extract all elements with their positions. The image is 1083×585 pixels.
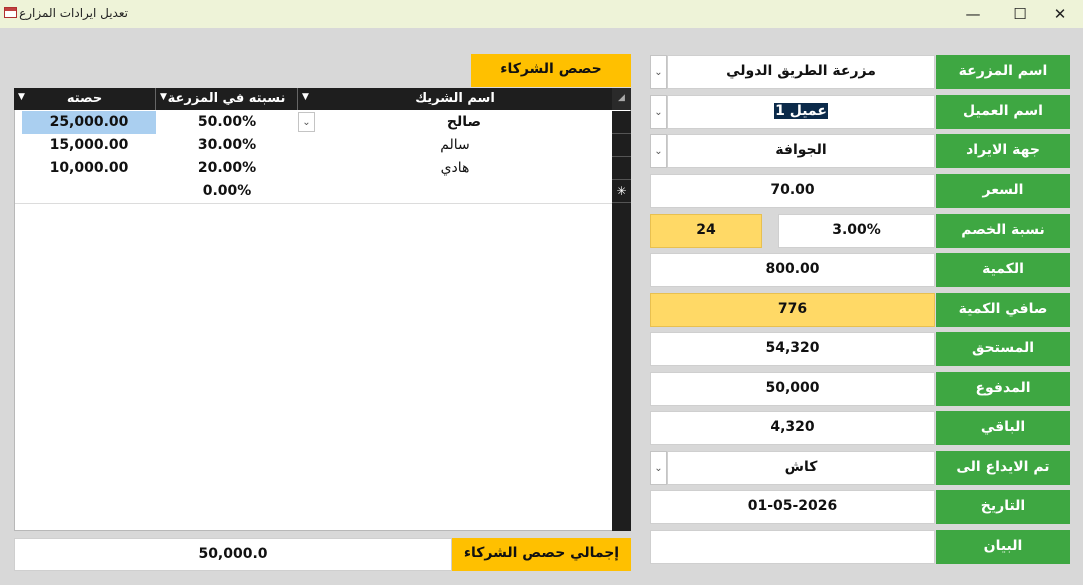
row-3-share[interactable]: 10,000.00 bbox=[22, 157, 156, 180]
chevron-down-icon: ⌄ bbox=[654, 66, 663, 78]
row-1-share[interactable]: 25,000.00 bbox=[22, 111, 156, 134]
app-form-icon bbox=[4, 7, 17, 18]
select-all-corner[interactable]: ◢ bbox=[612, 88, 631, 110]
chevron-down-icon: ⌄ bbox=[654, 145, 663, 157]
net-quantity-field: 776 bbox=[650, 293, 935, 327]
date-label: التاريخ bbox=[936, 490, 1070, 524]
price-field[interactable]: 70.00 bbox=[650, 174, 935, 208]
grid-end-divider bbox=[15, 203, 612, 204]
row-3-percent[interactable]: 20.00% bbox=[156, 157, 298, 180]
new-row-percent[interactable]: 0.00% bbox=[156, 180, 298, 203]
partners-section-title: حصص الشركاء bbox=[471, 54, 631, 87]
farm-name-label: اسم المزرعة bbox=[936, 55, 1070, 89]
column-header-percent[interactable]: ▼ نسبته في المزرعة bbox=[156, 88, 298, 110]
farm-name-combo[interactable]: مزرعة الطريق الدولي bbox=[667, 55, 935, 89]
close-button[interactable]: ✕ bbox=[1037, 0, 1083, 28]
due-label: المستحق bbox=[936, 332, 1070, 366]
revenue-source-label: جهة الايراد bbox=[936, 134, 1070, 168]
row-3-selector[interactable] bbox=[612, 157, 631, 180]
minimize-button[interactable]: — bbox=[950, 0, 996, 28]
paid-field[interactable]: 50,000 bbox=[650, 372, 935, 406]
row-1-name[interactable]: صالح bbox=[316, 111, 612, 134]
farm-name-dropdown-button[interactable]: ⌄ bbox=[650, 55, 667, 89]
row-1-name-dropdown-button[interactable]: ⌄ bbox=[298, 112, 315, 132]
row-2-selector[interactable] bbox=[612, 134, 631, 157]
column-header-share-label: حصته bbox=[66, 91, 103, 106]
client-name-dropdown-button[interactable]: ⌄ bbox=[650, 95, 667, 129]
row-2-percent[interactable]: 30.00% bbox=[156, 134, 298, 157]
column-header-name[interactable]: ▼ اسم الشريك bbox=[298, 88, 612, 110]
column-header-percent-label: نسبته في المزرعة bbox=[167, 91, 286, 106]
partners-total-label: إجمالي حصص الشركاء bbox=[452, 538, 631, 571]
revenue-source-dropdown-button[interactable]: ⌄ bbox=[650, 134, 667, 168]
row-2-share[interactable]: 15,000.00 bbox=[22, 134, 156, 157]
client-name-selected-text: عميل 1 bbox=[774, 103, 828, 119]
remaining-label: الباقي bbox=[936, 411, 1070, 445]
column-header-share[interactable]: ▼ حصته bbox=[14, 88, 156, 110]
discount-rate-label: نسبة الخصم bbox=[936, 214, 1070, 248]
title-bar: تعديل ايرادات المزارع — ☐ ✕ bbox=[0, 0, 1083, 28]
row-3-name[interactable]: هادي bbox=[298, 157, 612, 180]
statement-field[interactable] bbox=[650, 530, 935, 564]
corner-triangle-icon: ◢ bbox=[618, 93, 625, 103]
revenue-source-combo[interactable]: الجوافة bbox=[667, 134, 935, 168]
column-header-name-label: اسم الشريك bbox=[415, 91, 495, 106]
net-quantity-label: صافي الكمية bbox=[936, 293, 1070, 327]
client-name-label: اسم العميل bbox=[936, 95, 1070, 129]
quantity-label: الكمية bbox=[936, 253, 1070, 287]
chevron-down-icon: ⌄ bbox=[654, 106, 663, 118]
remaining-field[interactable]: 4,320 bbox=[650, 411, 935, 445]
deposited-to-label: تم الايداع الى bbox=[936, 451, 1070, 485]
discount-amount-field: 24 bbox=[650, 214, 762, 248]
deposited-to-combo[interactable]: كاش bbox=[667, 451, 935, 485]
row-2-name[interactable]: سالم bbox=[298, 134, 612, 157]
paid-label: المدفوع bbox=[936, 372, 1070, 406]
new-row-selector[interactable]: ✳ bbox=[612, 180, 631, 203]
new-row-share[interactable] bbox=[22, 180, 156, 203]
row-1-selector[interactable] bbox=[612, 111, 631, 134]
price-label: السعر bbox=[936, 174, 1070, 208]
new-record-asterisk-icon: ✳ bbox=[616, 184, 627, 198]
chevron-down-icon: ⌄ bbox=[654, 462, 663, 474]
record-selector-strip bbox=[612, 203, 631, 531]
date-field[interactable]: 01-05-2026 bbox=[650, 490, 935, 524]
chevron-down-icon: ⌄ bbox=[302, 116, 311, 128]
deposited-to-dropdown-button[interactable]: ⌄ bbox=[650, 451, 667, 485]
new-row-name[interactable] bbox=[298, 180, 612, 203]
statement-label: البيان bbox=[936, 530, 1070, 564]
discount-rate-field[interactable]: 3.00% bbox=[778, 214, 935, 248]
window-title: تعديل ايرادات المزارع bbox=[19, 6, 128, 20]
client-name-combo[interactable]: عميل 1 bbox=[667, 95, 935, 129]
row-1-percent[interactable]: 50.00% bbox=[156, 111, 298, 134]
partners-total-field: 50,000.0 bbox=[14, 538, 452, 571]
due-field[interactable]: 54,320 bbox=[650, 332, 935, 366]
quantity-field[interactable]: 800.00 bbox=[650, 253, 935, 287]
